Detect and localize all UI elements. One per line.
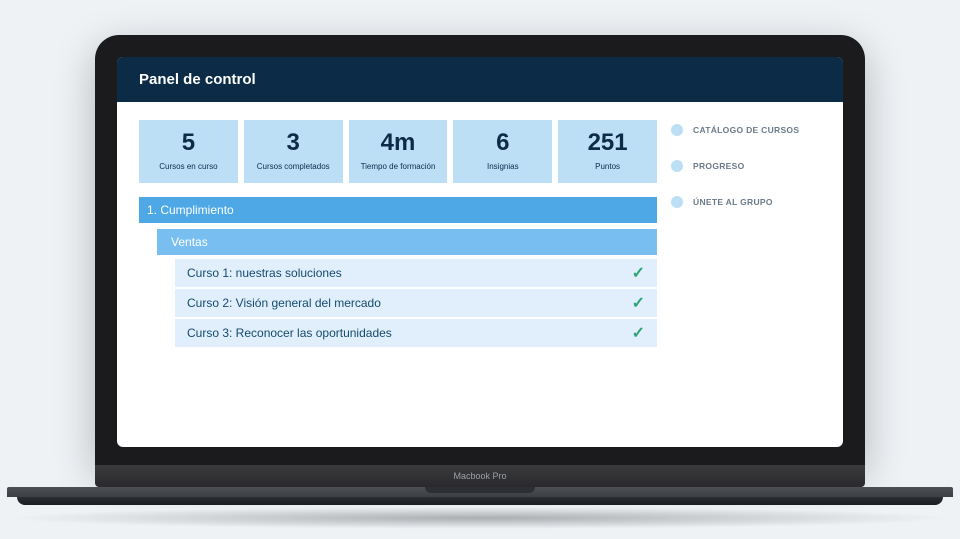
course-title: Curso 2: Visión general del mercado	[187, 296, 381, 310]
stat-label: Puntos	[560, 162, 655, 171]
stat-value: 4m	[351, 130, 446, 156]
stat-label: Insignias	[455, 162, 550, 171]
stat-value: 6	[455, 130, 550, 156]
device-label: Macbook Pro	[453, 471, 506, 481]
subsection-ventas[interactable]: Ventas	[157, 229, 657, 255]
stat-puntos[interactable]: 251 Puntos	[558, 120, 657, 183]
laptop-device-frame: Panel de control 5 Cursos en curso 3 Cur…	[95, 35, 865, 503]
stat-cursos-en-curso[interactable]: 5 Cursos en curso	[139, 120, 238, 183]
stat-value: 5	[141, 130, 236, 156]
dot-icon	[671, 124, 683, 136]
stat-label: Tiempo de formación	[351, 162, 446, 171]
main-panel: 5 Cursos en curso 3 Cursos completados 4…	[139, 120, 657, 429]
sidebar-item-label: ÚNETE AL GRUPO	[693, 197, 773, 207]
sidebar-item-label: PROGRESO	[693, 161, 745, 171]
dot-icon	[671, 160, 683, 172]
screen: Panel de control 5 Cursos en curso 3 Cur…	[117, 57, 843, 447]
content-body: 5 Cursos en curso 3 Cursos completados 4…	[117, 102, 843, 447]
course-list: Curso 1: nuestras soluciones ✓ Curso 2: …	[175, 259, 657, 347]
stat-insignias[interactable]: 6 Insignias	[453, 120, 552, 183]
check-icon: ✓	[632, 293, 645, 313]
sidebar-item-catalogo[interactable]: CATÁLOGO DE CURSOS	[671, 124, 821, 136]
stat-label: Cursos completados	[246, 162, 341, 171]
course-title: Curso 1: nuestras soluciones	[187, 266, 342, 280]
stat-value: 3	[246, 130, 341, 156]
check-icon: ✓	[632, 323, 645, 343]
section-cumplimiento[interactable]: 1. Cumplimiento	[139, 197, 657, 223]
check-icon: ✓	[632, 263, 645, 283]
stat-value: 251	[560, 130, 655, 156]
stats-row: 5 Cursos en curso 3 Cursos completados 4…	[139, 120, 657, 183]
course-item[interactable]: Curso 3: Reconocer las oportunidades ✓	[175, 317, 657, 347]
laptop-base	[95, 487, 865, 503]
course-title: Curso 3: Reconocer las oportunidades	[187, 326, 392, 340]
stat-label: Cursos en curso	[141, 162, 236, 171]
screen-bezel: Panel de control 5 Cursos en curso 3 Cur…	[95, 35, 865, 465]
page-title: Panel de control	[139, 71, 256, 88]
sidebar: CATÁLOGO DE CURSOS PROGRESO ÚNETE AL GRU…	[671, 120, 821, 429]
stat-cursos-completados[interactable]: 3 Cursos completados	[244, 120, 343, 183]
base-shadow	[5, 507, 955, 529]
course-item[interactable]: Curso 2: Visión general del mercado ✓	[175, 287, 657, 317]
header-bar: Panel de control	[117, 57, 843, 102]
sidebar-item-unete-grupo[interactable]: ÚNETE AL GRUPO	[671, 196, 821, 208]
course-item[interactable]: Curso 1: nuestras soluciones ✓	[175, 259, 657, 287]
base-bottom	[17, 497, 943, 505]
stat-tiempo-formacion[interactable]: 4m Tiempo de formación	[349, 120, 448, 183]
sidebar-item-label: CATÁLOGO DE CURSOS	[693, 125, 799, 135]
section-title: 1. Cumplimiento	[147, 203, 234, 217]
sidebar-item-progreso[interactable]: PROGRESO	[671, 160, 821, 172]
dot-icon	[671, 196, 683, 208]
subsection-title: Ventas	[171, 235, 208, 249]
base-notch	[425, 487, 535, 493]
laptop-hinge: Macbook Pro	[95, 465, 865, 487]
